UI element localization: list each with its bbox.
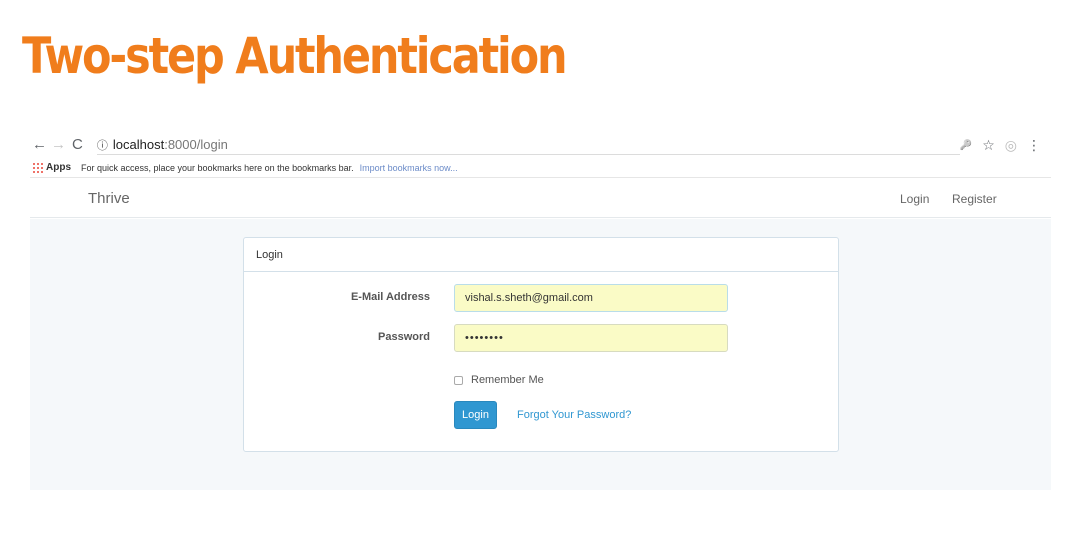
- address-bar[interactable]: ⓘ localhost:8000/login: [96, 135, 960, 155]
- password-row: Password: [244, 324, 840, 352]
- page-content: Login E-Mail Address Password Remember M…: [30, 219, 1051, 490]
- remember-label[interactable]: Remember Me: [471, 374, 544, 386]
- brand-logo[interactable]: Thrive: [88, 190, 130, 207]
- browser-toolbar: ← → C ⓘ localhost:8000/login 🔑 ☆ ◎ ⋮: [30, 134, 1051, 156]
- login-button[interactable]: Login: [454, 401, 497, 429]
- info-icon[interactable]: ⓘ: [97, 137, 108, 153]
- back-icon[interactable]: ←: [30, 135, 49, 155]
- login-panel: Login E-Mail Address Password Remember M…: [243, 237, 839, 452]
- browser-window: ← → C ⓘ localhost:8000/login 🔑 ☆ ◎ ⋮ App…: [30, 134, 1051, 490]
- account-icon[interactable]: ◎: [1005, 137, 1017, 154]
- slide-title: Two-step Authentication: [22, 27, 568, 85]
- nav-login-link[interactable]: Login: [900, 192, 929, 206]
- remember-checkbox[interactable]: [454, 375, 463, 385]
- password-field[interactable]: [454, 324, 728, 352]
- email-field[interactable]: [454, 284, 728, 312]
- key-icon[interactable]: 🔑: [960, 140, 972, 151]
- apps-grid-icon[interactable]: [32, 162, 43, 173]
- app-navbar: Thrive Login Register: [30, 179, 1051, 218]
- password-label: Password: [378, 331, 430, 343]
- reload-icon[interactable]: C: [68, 135, 87, 155]
- nav-register-link[interactable]: Register: [952, 192, 997, 206]
- url-path: :8000/login: [164, 137, 228, 152]
- bookmarks-message: For quick access, place your bookmarks h…: [81, 162, 354, 173]
- toolbar-actions: 🔑 ☆ ◎ ⋮: [960, 137, 1051, 154]
- star-icon[interactable]: ☆: [982, 137, 995, 154]
- forward-icon[interactable]: →: [49, 135, 68, 155]
- remember-me[interactable]: Remember Me: [454, 374, 544, 386]
- forgot-password-link[interactable]: Forgot Your Password?: [517, 409, 631, 421]
- email-row: E-Mail Address: [244, 284, 840, 312]
- bookmarks-bar: Apps For quick access, place your bookma…: [30, 158, 1051, 178]
- url-host: localhost: [112, 137, 165, 152]
- apps-label[interactable]: Apps: [46, 162, 71, 173]
- import-bookmarks-link[interactable]: Import bookmarks now...: [360, 163, 458, 173]
- panel-heading: Login: [244, 238, 838, 272]
- menu-icon[interactable]: ⋮: [1027, 137, 1041, 154]
- email-label: E-Mail Address: [350, 291, 430, 303]
